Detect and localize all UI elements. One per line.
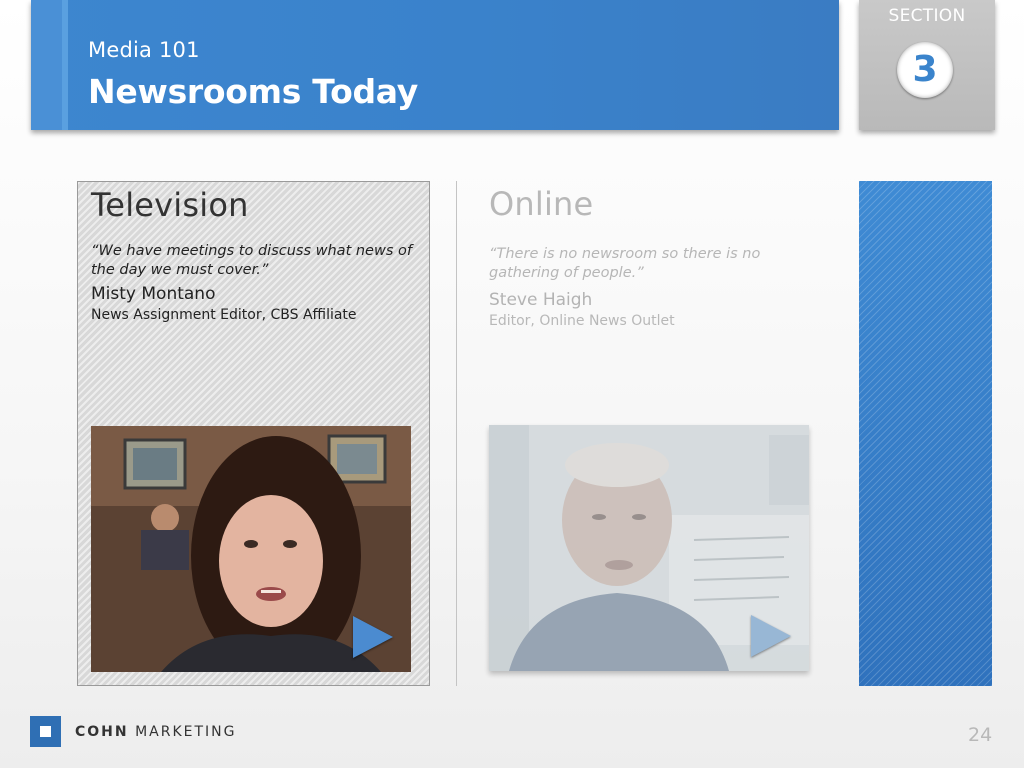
television-heading: Television <box>91 186 249 224</box>
television-video-thumbnail[interactable] <box>91 426 411 672</box>
brand-name-rest: MARKETING <box>135 724 237 740</box>
play-icon[interactable] <box>751 615 791 657</box>
brand-name-bold: COHN <box>75 724 129 740</box>
online-video-thumbnail[interactable] <box>489 425 809 671</box>
decorative-side-panel <box>859 181 992 686</box>
section-number-badge: 3 <box>897 42 953 98</box>
television-card: Television “We have meetings to discuss … <box>77 181 430 686</box>
page-number: 24 <box>968 724 993 746</box>
television-quote: “We have meetings to discuss what news o… <box>91 243 412 278</box>
television-person-name: Misty Montano <box>91 284 216 304</box>
column-divider <box>456 181 457 686</box>
logo-square-icon <box>40 726 51 737</box>
brand-name: COHN MARKETING <box>75 724 236 740</box>
section-indicator: SECTION 3 <box>859 0 995 130</box>
online-person-name: Steve Haigh <box>489 290 593 310</box>
play-icon[interactable] <box>353 616 393 658</box>
television-person-role: News Assignment Editor, CBS Affiliate <box>91 307 357 323</box>
slide-title: Newsrooms Today <box>88 72 418 111</box>
online-person-role: Editor, Online News Outlet <box>489 313 675 329</box>
header-accent-stripe <box>31 0 66 130</box>
header-accent-line <box>62 0 68 130</box>
course-subtitle: Media 101 <box>88 38 200 62</box>
company-logo <box>30 716 61 747</box>
online-heading: Online <box>489 185 594 223</box>
section-label: SECTION <box>888 6 966 26</box>
online-quote: “There is no newsroom so there is no gat… <box>489 246 761 281</box>
